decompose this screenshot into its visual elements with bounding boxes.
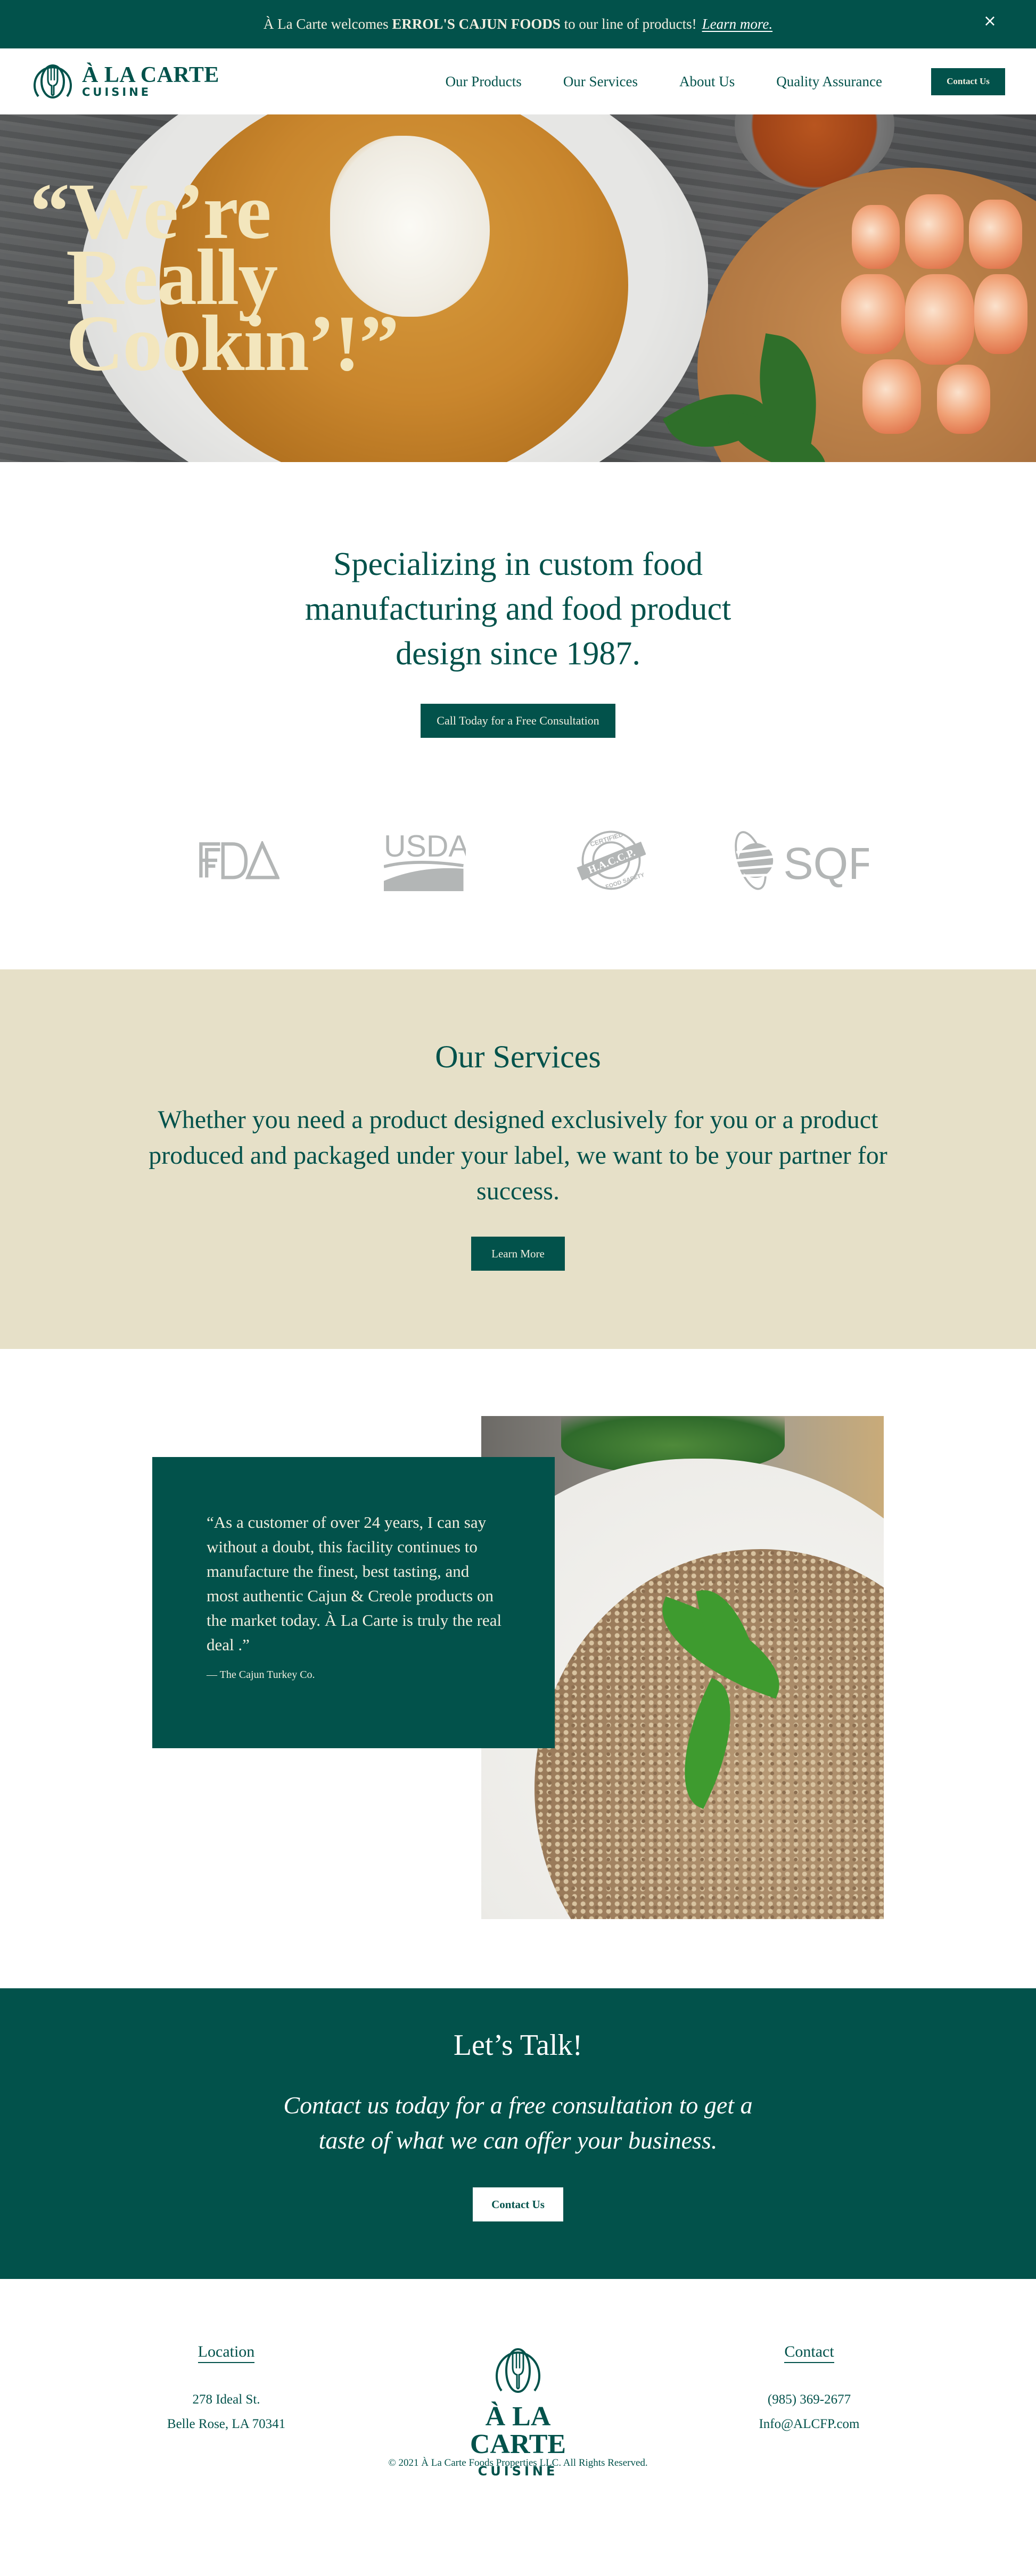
announcement-prefix: À La Carte welcomes: [263, 16, 392, 32]
footer-logo-name: À LA CARTE: [470, 2401, 566, 2459]
crawfish-image: [969, 200, 1022, 269]
learn-more-link[interactable]: Learn more.: [702, 16, 773, 32]
talk-body: Contact us today for a free consultation…: [283, 2092, 753, 2154]
crawfish-image: [905, 194, 964, 269]
close-icon[interactable]: ×: [983, 12, 997, 30]
usda-logo: USDA: [332, 823, 518, 898]
free-consultation-button[interactable]: Call Today for a Free Consultation: [421, 704, 615, 738]
crawfish-image: [974, 274, 1027, 354]
hero-line-3: Cookin’!”: [66, 299, 399, 388]
certifications-row: USDA CERTIFIED H.A.C.C.P. FOOD SAFETY SQ…: [0, 812, 1036, 908]
services-section: Our Services Whether you need a product …: [0, 969, 1036, 1349]
nav-our-services[interactable]: Our Services: [563, 73, 638, 90]
address-line-1: 278 Ideal St.: [192, 2392, 260, 2407]
hero-banner: “We’re Really Cookin’!”: [0, 114, 1036, 462]
services-heading: Our Services: [435, 1039, 601, 1074]
phone-number[interactable]: (985) 369-2677: [703, 2388, 916, 2412]
sqf-logo: SQF: [704, 823, 891, 898]
announcement-highlight: ERROL'S CAJUN FOODS: [392, 16, 561, 32]
contact-us-button[interactable]: Contact Us: [473, 2187, 563, 2221]
email-address[interactable]: Info@ALCFP.com: [703, 2412, 916, 2437]
crawfish-image: [937, 365, 990, 434]
nav-menu: Our Products Our Services About Us Quali…: [446, 73, 882, 90]
haccp-bottom-text: FOOD SAFETY: [605, 872, 645, 891]
intro-heading: Specializing in custom food manufacturin…: [305, 546, 731, 672]
site-logo[interactable]: À LA CARTE CUISINE: [31, 61, 219, 102]
logo-subtitle: CUISINE: [82, 86, 152, 99]
footer-location: Location 278 Ideal St. Belle Rose, LA 70…: [120, 2343, 333, 2437]
nav-our-products[interactable]: Our Products: [446, 73, 522, 90]
crawfish-image: [841, 274, 905, 354]
contact-heading[interactable]: Contact: [784, 2343, 834, 2363]
testimonial-attribution: — The Cajun Turkey Co.: [207, 1669, 315, 1681]
talk-heading: Let’s Talk!: [453, 2029, 583, 2062]
nav-quality-assurance[interactable]: Quality Assurance: [776, 73, 882, 90]
haccp-logo: CERTIFIED H.A.C.C.P. FOOD SAFETY: [518, 823, 704, 898]
announcement-suffix: to our line of products!: [560, 16, 697, 32]
crawfish-image: [852, 205, 900, 269]
haccp-top-text: CERTIFIED: [589, 830, 624, 848]
nav-about-us[interactable]: About Us: [679, 73, 735, 90]
announcement-bar: À La Carte welcomes ERROL'S CAJUN FOODS …: [0, 0, 1036, 48]
hero-headline: “We’re Really Cookin’!”: [30, 171, 399, 388]
address-line-2: Belle Rose, LA 70341: [167, 2417, 286, 2431]
testimonial-card: “As a customer of over 24 years, I can s…: [152, 1457, 555, 1748]
intro-section: Specializing in custom food manufacturin…: [0, 462, 1036, 908]
fda-logo: [145, 823, 332, 898]
sqf-text: SQF: [783, 838, 869, 888]
footer: Location 278 Ideal St. Belle Rose, LA 70…: [0, 2279, 1036, 2572]
nav-contact-button[interactable]: Contact Us: [931, 68, 1005, 95]
sqf-logo-icon: SQF: [735, 830, 869, 890]
usda-logo-icon: USDA: [384, 830, 466, 891]
location-heading[interactable]: Location: [198, 2343, 255, 2363]
copyright-text: © 2021 À La Carte Foods Properties LLC. …: [388, 2457, 648, 2468]
fork-plate-icon: [34, 64, 72, 98]
haccp-logo-icon: CERTIFIED H.A.C.C.P. FOOD SAFETY: [577, 830, 646, 891]
main-nav: À LA CARTE CUISINE Our Products Our Serv…: [0, 48, 1036, 114]
crawfish-image: [905, 274, 974, 365]
testimonial-section: “As a customer of over 24 years, I can s…: [0, 1349, 1036, 1988]
usda-text: USDA: [384, 830, 465, 863]
crawfish-image: [862, 359, 921, 434]
services-body: Whether you need a product designed excl…: [149, 1106, 887, 1205]
learn-more-button[interactable]: Learn More: [471, 1237, 565, 1271]
announcement-text: À La Carte welcomes ERROL'S CAJUN FOODS …: [264, 16, 697, 32]
logo-name: À LA CARTE: [82, 63, 219, 88]
contact-cta-section: Let’s Talk! Contact us today for a free …: [0, 1988, 1036, 2279]
fda-logo-icon: [199, 841, 279, 879]
fork-plate-icon: [496, 2348, 540, 2393]
testimonial-quote: “As a customer of over 24 years, I can s…: [207, 1513, 502, 1654]
footer-contact: Contact (985) 369-2677 Info@ALCFP.com: [703, 2343, 916, 2437]
